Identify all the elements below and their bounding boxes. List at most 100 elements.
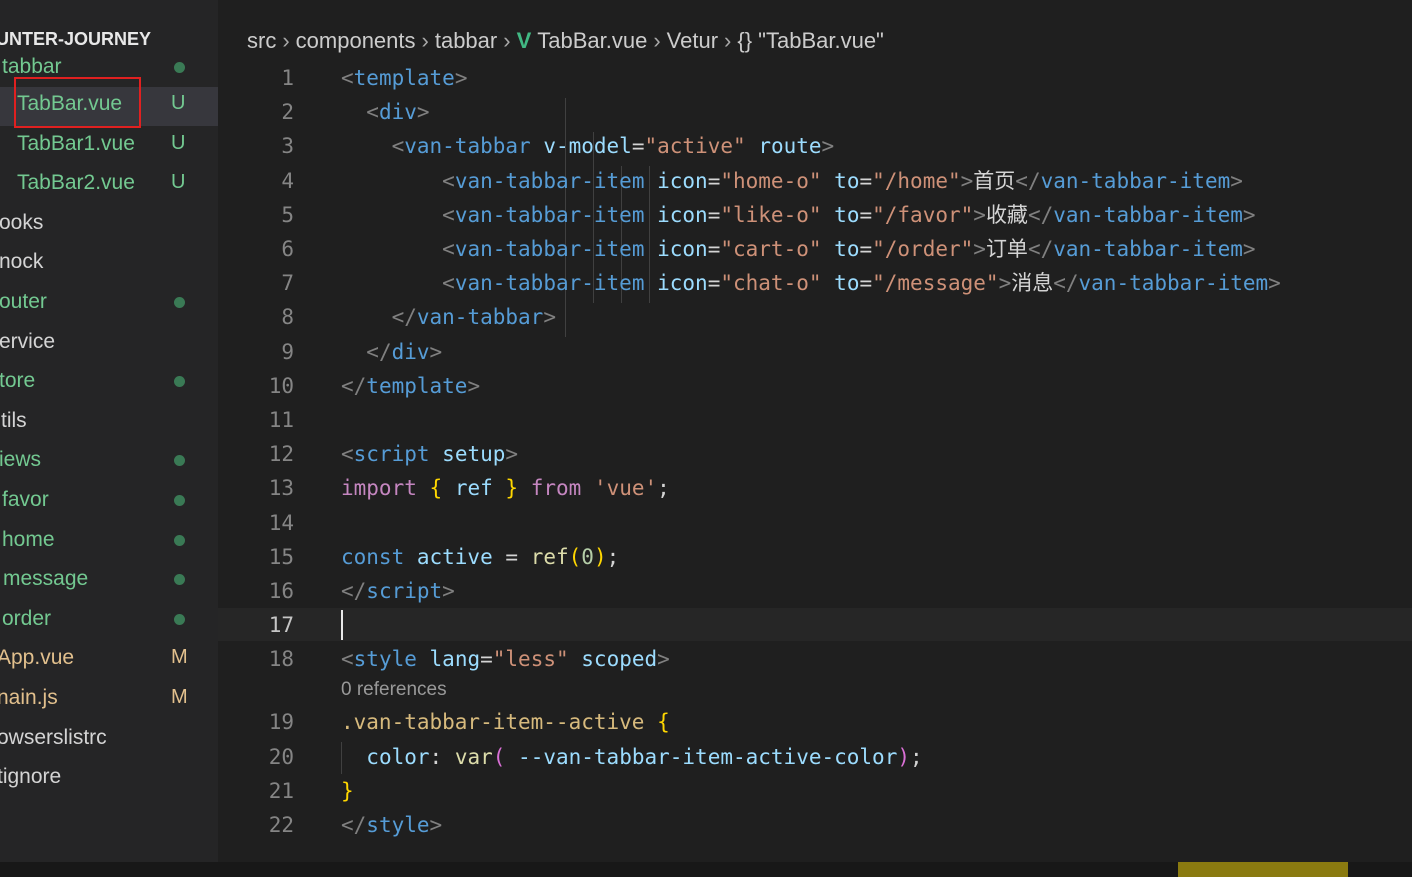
file-tree-item-label: nock: [0, 250, 44, 273]
file-tree-item-label: owserslistrc: [0, 726, 107, 749]
line-number: 4: [281, 169, 294, 193]
file-tree-item[interactable]: TabBar1.vue U: [0, 127, 218, 161]
braces-icon: {}: [737, 28, 759, 53]
codelens-references[interactable]: 0 references: [341, 679, 447, 701]
code-line: </van-tabbar>: [391, 305, 556, 329]
git-status-badge: M: [171, 646, 188, 668]
vue-file-icon: V: [516, 28, 532, 53]
breadcrumb-item-vetur[interactable]: Vetur: [667, 28, 718, 53]
line-number: 1: [281, 66, 294, 90]
file-tree-item-label: ooks: [0, 211, 44, 234]
line-number: 12: [268, 442, 294, 466]
git-status-dot-icon: [174, 297, 185, 308]
file-tree-item-label: App.vue: [0, 646, 75, 669]
code-editor[interactable]: src › components › tabbar › V TabBar.vue › Vetur ›…: [218, 0, 1412, 862]
file-tree-item-label: home: [2, 528, 55, 551]
line-number: 16: [268, 579, 294, 603]
git-status-dot-icon: [174, 574, 185, 585]
file-tree-item-label: tabbar: [2, 55, 62, 78]
file-tree-item[interactable]: favor: [0, 483, 218, 517]
code-line: const active = ref(0);: [341, 545, 620, 569]
file-tree-item[interactable]: tils: [0, 404, 218, 438]
line-number: 13: [268, 476, 294, 500]
file-tree-item-label: TabBar1.vue: [17, 132, 135, 155]
file-tree-item[interactable]: tore: [0, 364, 218, 398]
breadcrumb-item-tabbar[interactable]: tabbar: [435, 28, 497, 53]
git-status-badge: U: [171, 171, 186, 193]
git-status-badge: U: [171, 92, 186, 114]
line-number: 5: [281, 203, 294, 227]
chevron-right-icon: ›: [282, 28, 290, 53]
code-line: <script setup>: [341, 442, 519, 466]
git-status-dot-icon: [174, 455, 185, 466]
explorer-header: UNTER-JOURNEY: [0, 29, 152, 49]
code-line: </script>: [341, 579, 455, 603]
code-line: </style>: [341, 813, 443, 837]
file-tree-item[interactable]: owserslistrc: [0, 721, 218, 755]
file-tree-item[interactable]: message: [0, 562, 218, 596]
git-status-badge: M: [171, 686, 188, 708]
file-tree-item-label: tils: [1, 409, 27, 432]
file-tree-item-label: favor: [2, 488, 49, 511]
file-tree-item[interactable]: App.vue M: [0, 641, 218, 675]
line-number: 3: [281, 134, 294, 158]
line-number: 14: [268, 511, 294, 535]
code-line: import { ref } from 'vue';: [341, 476, 670, 500]
file-tree-item-label: nain.js: [0, 686, 58, 709]
file-tree-item[interactable]: iews: [0, 443, 218, 477]
annotation-highlight-box: [14, 77, 141, 128]
git-status-badge: U: [171, 132, 186, 154]
line-number: 8: [281, 305, 294, 329]
code-line: <van-tabbar-item icon="chat-o" to="/mess…: [442, 271, 1281, 295]
file-tree-item[interactable]: tignore: [0, 760, 218, 794]
line-number: 2: [281, 100, 294, 124]
line-number: 22: [268, 813, 294, 837]
file-tree-item-label: tore: [0, 369, 36, 392]
file-tree-item[interactable]: order: [0, 602, 218, 636]
file-tree-item[interactable]: ervice: [0, 325, 218, 359]
line-number: 6: [281, 237, 294, 261]
git-status-dot-icon: [174, 376, 185, 387]
git-status-dot-icon: [174, 535, 185, 546]
status-bar-accent-item[interactable]: [1178, 862, 1348, 877]
code-line: color: var( --van-tabbar-item-active-col…: [366, 745, 923, 769]
line-number: 18: [268, 647, 294, 671]
code-line: </template>: [341, 374, 481, 398]
git-status-dot-icon: [174, 62, 185, 73]
line-number: 10: [268, 374, 294, 398]
code-line: <style lang="less" scoped>: [341, 647, 670, 671]
line-number: 7: [281, 271, 294, 295]
line-number: 19: [268, 710, 294, 734]
file-tree-item-label: order: [2, 607, 52, 630]
code-line: <div>: [366, 100, 430, 124]
file-tree-item[interactable]: home: [0, 523, 218, 557]
line-number: 15: [268, 545, 294, 569]
file-tree-item-label: outer: [0, 290, 47, 313]
file-tree-item[interactable]: nock: [0, 245, 218, 279]
code-line: <van-tabbar-item icon="cart-o" to="/orde…: [442, 237, 1256, 261]
code-line: }: [341, 779, 354, 803]
file-tree-item-label: iews: [0, 448, 42, 471]
breadcrumb-item-symbol[interactable]: "TabBar.vue": [758, 28, 884, 53]
current-line-highlight: [218, 608, 1412, 641]
line-number: 20: [268, 745, 294, 769]
code-line: </div>: [366, 340, 443, 364]
chevron-right-icon: ›: [503, 28, 511, 53]
code-line: <van-tabbar-item icon="home-o" to="/home…: [442, 169, 1243, 193]
git-status-dot-icon: [174, 495, 185, 506]
file-tree-item-label: ervice: [0, 330, 56, 353]
chevron-right-icon: ›: [653, 28, 661, 53]
file-tree-item[interactable]: outer: [0, 285, 218, 319]
file-tree-item-label: message: [3, 567, 89, 590]
file-tree-item[interactable]: nain.js M: [0, 681, 218, 715]
breadcrumb-item-components[interactable]: components: [296, 28, 416, 53]
code-line: <van-tabbar-item icon="like-o" to="/favo…: [442, 203, 1256, 227]
file-tree-item[interactable]: TabBar2.vue U: [0, 166, 218, 200]
file-tree-item[interactable]: ooks: [0, 206, 218, 240]
code-line: <van-tabbar v-model="active" route>: [391, 134, 835, 158]
breadcrumb-item-src[interactable]: src: [247, 28, 276, 53]
chevron-right-icon: ›: [421, 28, 429, 53]
breadcrumb-item-file[interactable]: TabBar.vue: [537, 28, 647, 53]
chevron-right-icon: ›: [724, 28, 732, 53]
text-cursor: [341, 610, 343, 640]
